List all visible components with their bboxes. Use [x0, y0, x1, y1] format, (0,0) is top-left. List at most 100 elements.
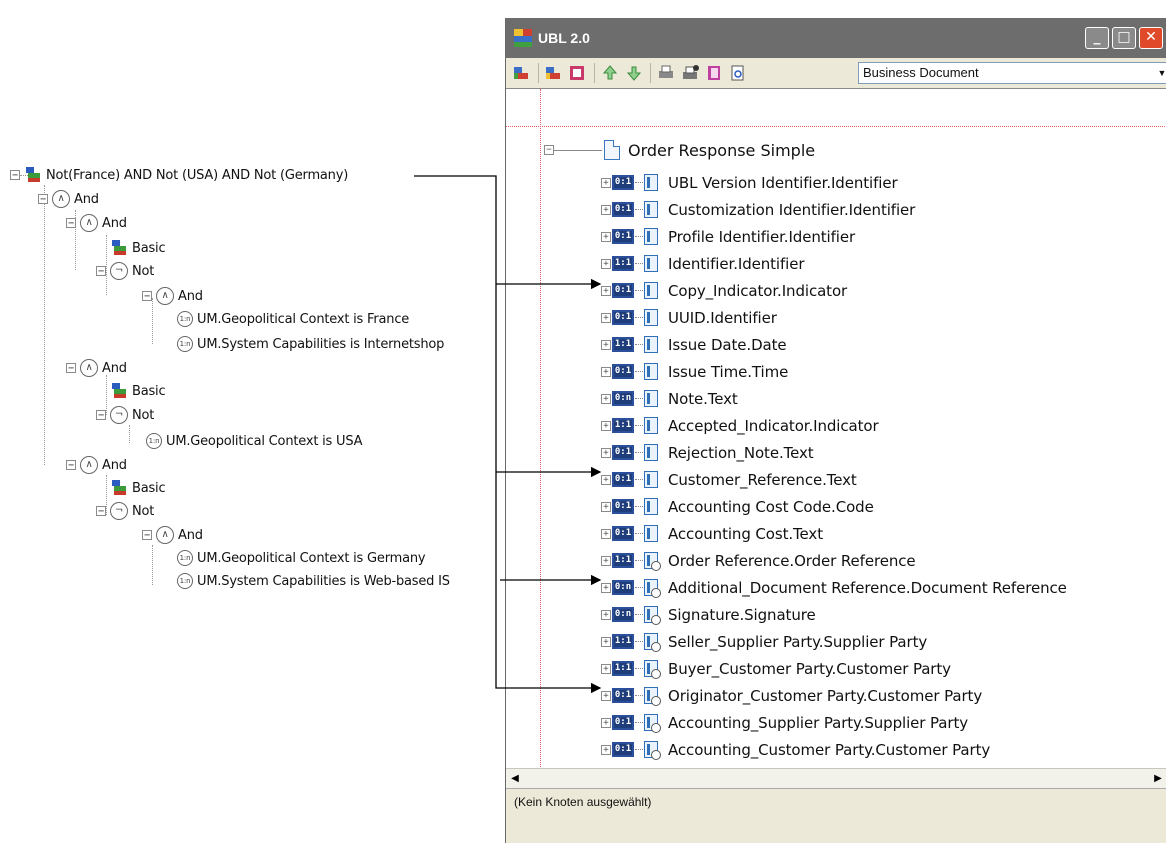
close-button[interactable]: ✕ — [1139, 27, 1163, 49]
expand-toggle[interactable]: + — [601, 663, 611, 674]
expand-toggle[interactable]: + — [601, 366, 611, 377]
expand-toggle[interactable]: + — [601, 393, 611, 404]
maximize-button[interactable]: □ — [1112, 27, 1136, 49]
collapse-toggle[interactable]: − — [544, 145, 554, 155]
and-node-label: And — [178, 288, 203, 304]
tree-connector — [635, 749, 643, 750]
not-node[interactable]: − ¬ Not — [96, 500, 154, 522]
element-row[interactable]: +0:1 Accounting Cost.Text — [601, 520, 823, 547]
expand-toggle[interactable]: + — [601, 744, 611, 755]
copy-node-icon[interactable] — [544, 63, 564, 83]
not-node[interactable]: − ¬ Not — [96, 260, 154, 282]
expand-toggle[interactable]: + — [601, 204, 611, 215]
and-node[interactable]: − ∧ And — [142, 524, 203, 546]
collapse-toggle[interactable]: − — [66, 363, 76, 374]
element-row[interactable]: +0:1 Copy_Indicator.Indicator — [601, 277, 847, 304]
collapse-toggle[interactable]: − — [10, 170, 20, 181]
element-row[interactable]: +0:1 Customization Identifier.Identifier — [601, 196, 915, 223]
element-row[interactable]: +0:1 Issue Time.Time — [601, 358, 788, 385]
condition-label: UM.Geopolitical Context is Germany — [197, 550, 426, 566]
print-setup-icon[interactable] — [680, 63, 700, 83]
collapse-toggle[interactable]: − — [142, 530, 152, 541]
element-row[interactable]: +0:n Additional_Document Reference.Docume… — [601, 574, 1067, 601]
and-node[interactable]: − ∧ And — [66, 357, 127, 379]
element-row[interactable]: +0:1 Customer_Reference.Text — [601, 466, 857, 493]
element-row[interactable]: +0:1 Originator_Customer Party.Customer P… — [601, 682, 982, 709]
element-row[interactable]: +1:1 Order Reference.Order Reference — [601, 547, 916, 574]
context-root-node[interactable]: − Not(France) AND Not (USA) AND Not (Ger… — [10, 164, 348, 186]
condition-node[interactable]: 1:n UM.Geopolitical Context is USA — [146, 430, 363, 452]
expand-toggle[interactable]: + — [601, 231, 611, 242]
book-icon[interactable] — [704, 63, 724, 83]
horizontal-scrollbar[interactable]: ◀ ▶ — [506, 768, 1166, 788]
expand-toggle[interactable]: + — [601, 339, 611, 350]
expand-toggle[interactable]: + — [601, 501, 611, 512]
expand-toggle[interactable]: + — [601, 528, 611, 539]
element-row[interactable]: +1:1 Buyer_Customer Party.Customer Party — [601, 655, 951, 682]
collapse-toggle[interactable]: − — [142, 291, 152, 302]
element-row[interactable]: +0:1 UUID.Identifier — [601, 304, 777, 331]
chevron-down-icon[interactable]: ▼ — [1155, 63, 1166, 83]
expand-toggle[interactable]: + — [601, 717, 611, 728]
collapse-toggle[interactable]: − — [96, 266, 106, 277]
expand-toggle[interactable]: + — [601, 609, 611, 620]
tree-connector — [635, 641, 643, 642]
document-tree-pane[interactable]: − Order Response Simple +0:1 UBL Version … — [506, 88, 1166, 769]
collapse-toggle[interactable]: − — [66, 218, 76, 229]
scroll-left-icon[interactable]: ◀ — [506, 769, 524, 788]
element-row[interactable]: +1:1 Seller_Supplier Party.Supplier Party — [601, 628, 927, 655]
expand-toggle[interactable]: + — [601, 420, 611, 431]
expand-toggle[interactable]: + — [601, 285, 611, 296]
ubl-window: UBL 2.0 _ □ ✕ Business Document ▼ − Orde… — [505, 18, 1166, 843]
element-row[interactable]: +0:1 Profile Identifier.Identifier — [601, 223, 855, 250]
title-bar[interactable]: UBL 2.0 _ □ ✕ — [506, 18, 1166, 58]
element-row[interactable]: +0:n Signature.Signature — [601, 601, 816, 628]
and-node-label: And — [178, 527, 203, 543]
collapse-toggle[interactable]: − — [66, 460, 76, 471]
basic-node[interactable]: Basic — [110, 380, 166, 402]
collapse-toggle[interactable]: − — [96, 506, 106, 517]
expand-toggle[interactable]: + — [601, 690, 611, 701]
and-node[interactable]: − ∧ And — [66, 454, 127, 476]
element-row[interactable]: +0:1 Accounting_Customer Party.Customer P… — [601, 736, 990, 763]
element-row[interactable]: +0:1 UBL Version Identifier.Identifier — [601, 169, 898, 196]
expand-toggle[interactable]: + — [601, 474, 611, 485]
scroll-right-icon[interactable]: ▶ — [1149, 769, 1166, 788]
element-row[interactable]: +0:n Note.Text — [601, 385, 738, 412]
basic-node[interactable]: Basic — [110, 237, 166, 259]
expand-toggle[interactable]: + — [601, 636, 611, 647]
paste-node-icon[interactable] — [568, 63, 588, 83]
basic-node[interactable]: Basic — [110, 477, 166, 499]
tree-connector — [635, 722, 643, 723]
condition-node[interactable]: 1:n UM.System Capabilities is Internetsh… — [177, 333, 444, 355]
expand-toggle[interactable]: + — [601, 555, 611, 566]
element-row[interactable]: +1:1 Accepted_Indicator.Indicator — [601, 412, 879, 439]
condition-node[interactable]: 1:n UM.System Capabilities is Web-based … — [177, 570, 450, 592]
expand-toggle[interactable]: + — [601, 258, 611, 269]
element-row[interactable]: +1:1 Identifier.Identifier — [601, 250, 805, 277]
collapse-toggle[interactable]: − — [38, 194, 48, 205]
condition-node[interactable]: 1:n UM.Geopolitical Context is Germany — [177, 547, 426, 569]
preview-icon[interactable] — [728, 63, 748, 83]
condition-node[interactable]: 1:n UM.Geopolitical Context is France — [177, 308, 409, 330]
and-node[interactable]: − ∧ And — [66, 212, 127, 234]
element-row[interactable]: +1:1 Issue Date.Date — [601, 331, 787, 358]
element-row[interactable]: +0:1 Accounting Cost Code.Code — [601, 493, 874, 520]
add-node-icon[interactable] — [512, 63, 532, 83]
move-down-icon[interactable] — [624, 63, 644, 83]
not-node[interactable]: − ¬ Not — [96, 404, 154, 426]
expand-toggle[interactable]: + — [601, 177, 611, 188]
expand-toggle[interactable]: + — [601, 312, 611, 323]
move-up-icon[interactable] — [600, 63, 620, 83]
and-node[interactable]: − ∧ And — [38, 188, 99, 210]
and-node[interactable]: − ∧ And — [142, 285, 203, 307]
element-row[interactable]: +0:1 Accounting_Supplier Party.Supplier P… — [601, 709, 968, 736]
minimize-button[interactable]: _ — [1085, 27, 1109, 49]
document-type-select[interactable]: Business Document ▼ — [858, 62, 1166, 84]
order-response-root-node[interactable]: − Order Response Simple — [544, 136, 815, 164]
print-icon[interactable] — [656, 63, 676, 83]
expand-toggle[interactable]: + — [601, 447, 611, 458]
collapse-toggle[interactable]: − — [96, 410, 106, 421]
expand-toggle[interactable]: + — [601, 582, 611, 593]
element-row[interactable]: +0:1 Rejection_Note.Text — [601, 439, 814, 466]
